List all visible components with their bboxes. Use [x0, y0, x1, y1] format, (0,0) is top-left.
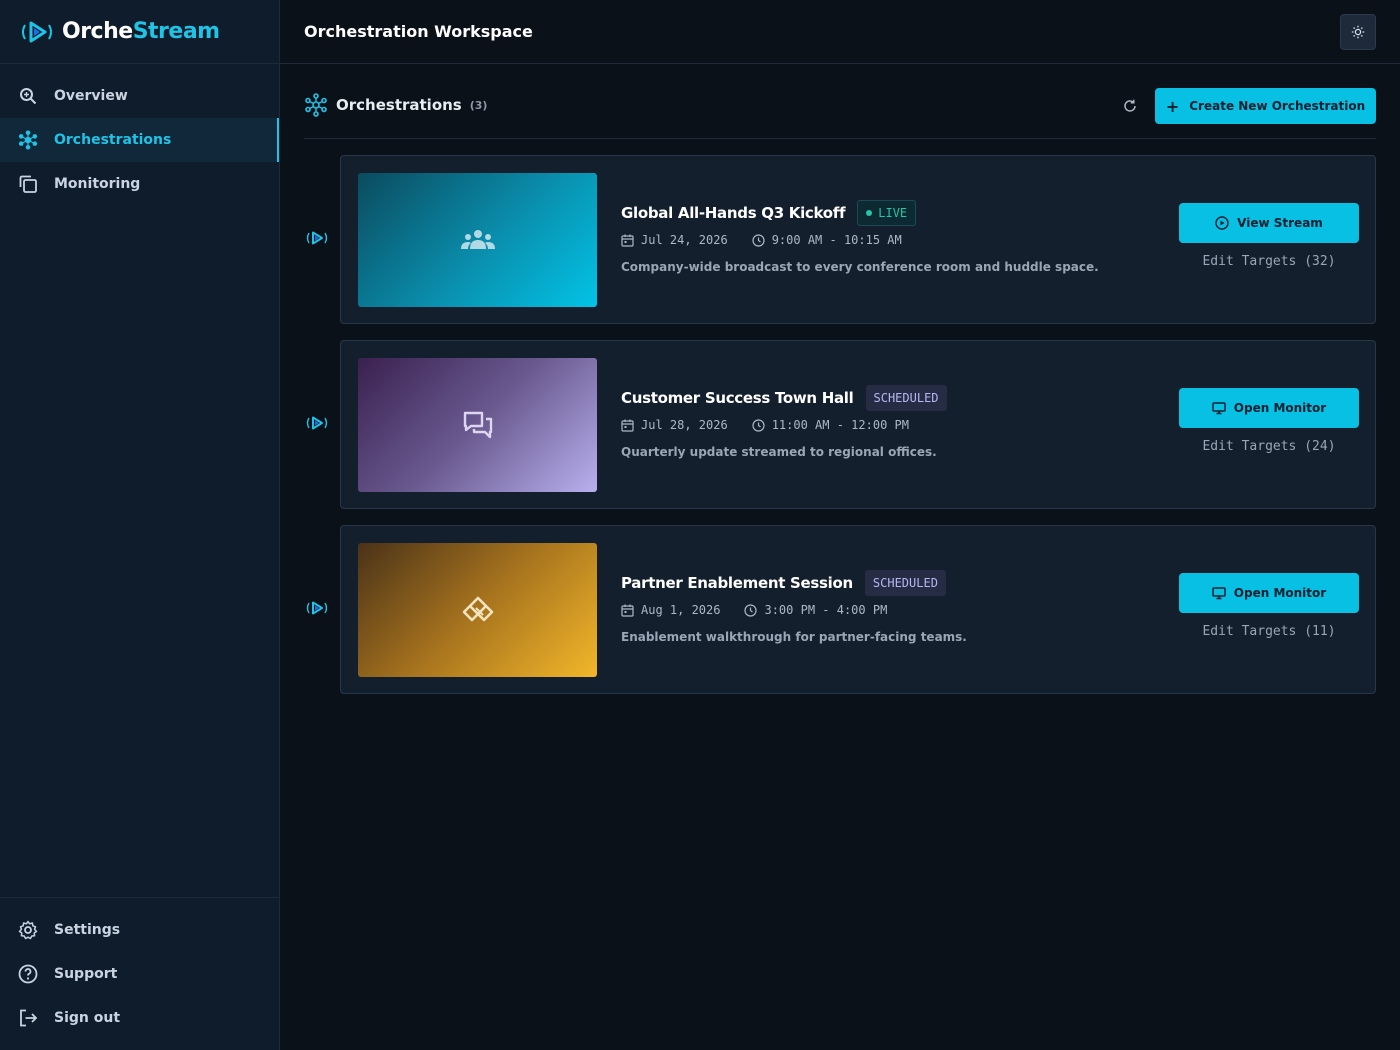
sidebar-item-sign-out[interactable]: Sign out	[0, 996, 279, 1040]
event-thumbnail	[358, 173, 597, 307]
edit-targets-link[interactable]: Edit Targets (11)	[1179, 624, 1359, 639]
refresh-button[interactable]	[1122, 98, 1138, 114]
group-icon	[460, 230, 495, 249]
live-dot-icon	[866, 210, 873, 216]
orchestration-card[interactable]: Partner Enablement Session SCHEDULED Aug…	[340, 525, 1376, 694]
sidebar-item-label: Monitoring	[54, 176, 141, 192]
search-icon	[18, 86, 38, 106]
logout-icon	[18, 1008, 38, 1028]
sidebar-item-overview[interactable]: Overview	[0, 74, 279, 118]
event-info: Customer Success Town Hall SCHEDULED Jul…	[621, 385, 1161, 459]
copy-icon	[18, 174, 38, 194]
section-title: Orchestrations (3)	[304, 93, 487, 117]
status-badge: SCHEDULED	[865, 385, 947, 411]
monitor-icon	[1212, 587, 1226, 600]
sidebar-item-label: Overview	[54, 88, 128, 104]
edit-targets-link[interactable]: Edit Targets (32)	[1179, 254, 1359, 269]
event-description: Quarterly update streamed to regional of…	[621, 445, 937, 459]
section-title-text: Orchestrations	[336, 96, 462, 114]
stream-status-icon	[306, 416, 328, 430]
event-title: Partner Enablement Session	[621, 574, 853, 592]
event-date: Aug 1, 2026	[641, 603, 721, 617]
event-schedule: Jul 28, 2026 11:00 AM - 12:00 PM	[621, 417, 1161, 433]
orchestration-count: (3)	[469, 98, 488, 112]
help-icon	[18, 964, 38, 984]
sun-icon	[1351, 25, 1365, 39]
open-monitor-button[interactable]: Open Monitor	[1179, 388, 1359, 428]
sidebar-bottom-nav: Settings Support Sign out	[0, 897, 279, 1040]
play-circle-icon	[1215, 216, 1229, 230]
sidebar: OrcheStream Overview Orchestrations Moni…	[0, 0, 280, 1050]
edit-targets-link[interactable]: Edit Targets (24)	[1179, 439, 1359, 454]
calendar-icon	[621, 604, 634, 617]
event-thumbnail	[358, 543, 597, 677]
status-badge: SCHEDULED	[864, 570, 946, 596]
theme-toggle-button[interactable]	[1340, 14, 1376, 50]
sidebar-item-support[interactable]: Support	[0, 952, 279, 996]
action-label: Open Monitor	[1233, 401, 1327, 415]
chat-icon	[463, 411, 492, 439]
open-monitor-button[interactable]: Open Monitor	[1179, 573, 1359, 613]
stream-status-icon	[306, 601, 328, 615]
calendar-icon	[621, 234, 634, 247]
event-time: 3:00 PM - 4:00 PM	[764, 603, 888, 617]
event-time: 11:00 AM - 12:00 PM	[771, 418, 909, 432]
plus-icon: +	[1165, 96, 1180, 116]
event-time: 9:00 AM - 10:15 AM	[771, 233, 902, 247]
logo[interactable]: OrcheStream	[0, 0, 279, 64]
monitor-icon	[1212, 402, 1226, 415]
sidebar-item-label: Sign out	[54, 1010, 121, 1026]
orchestration-row: Customer Success Town Hall SCHEDULED Jul…	[304, 340, 1376, 509]
network-icon	[305, 93, 327, 117]
sidebar-item-label: Settings	[54, 922, 121, 938]
view-stream-button[interactable]: View Stream	[1179, 203, 1359, 243]
page-title: Orchestration Workspace	[304, 22, 533, 41]
calendar-icon	[621, 419, 634, 432]
main-nav: Overview Orchestrations Monitoring	[0, 64, 279, 206]
orchestration-card[interactable]: Customer Success Town Hall SCHEDULED Jul…	[340, 340, 1376, 509]
create-orchestration-button[interactable]: + Create New Orchestration	[1155, 88, 1376, 124]
event-info: Global All-Hands Q3 Kickoff LIVE Jul 24,…	[621, 200, 1161, 274]
sidebar-item-label: Support	[54, 966, 118, 982]
clock-icon	[752, 233, 765, 247]
gear-icon	[18, 920, 38, 940]
stream-status-icon	[306, 231, 328, 245]
orchestration-card[interactable]: Global All-Hands Q3 Kickoff LIVE Jul 24,…	[340, 155, 1376, 324]
app-name: OrcheStream	[62, 19, 220, 44]
sidebar-item-settings[interactable]: Settings	[0, 908, 279, 952]
action-label: Open Monitor	[1233, 586, 1327, 600]
handshake-icon	[462, 596, 493, 622]
event-description: Company-wide broadcast to every conferen…	[621, 260, 1099, 274]
event-title: Customer Success Town Hall	[621, 389, 854, 407]
sidebar-item-label: Orchestrations	[54, 132, 172, 148]
stream-logo-icon	[22, 21, 52, 42]
action-label: View Stream	[1237, 216, 1323, 230]
network-icon	[18, 130, 38, 150]
event-schedule: Jul 24, 2026 9:00 AM - 10:15 AM	[621, 232, 1161, 248]
event-title: Global All-Hands Q3 Kickoff	[621, 204, 846, 222]
sidebar-item-monitoring[interactable]: Monitoring	[0, 162, 279, 206]
event-schedule: Aug 1, 2026 3:00 PM - 4:00 PM	[621, 602, 1161, 618]
create-orchestration-label: Create New Orchestration	[1189, 99, 1366, 113]
event-date: Jul 24, 2026	[641, 233, 728, 247]
refresh-icon	[1124, 99, 1136, 112]
event-thumbnail	[358, 358, 597, 492]
orchestrations-header: Orchestrations (3) + Create New Orchestr…	[304, 88, 1376, 139]
event-description: Enablement walkthrough for partner-facin…	[621, 630, 967, 644]
event-info: Partner Enablement Session SCHEDULED Aug…	[621, 570, 1161, 644]
event-date: Jul 28, 2026	[641, 418, 728, 432]
sidebar-item-orchestrations[interactable]: Orchestrations	[0, 118, 279, 162]
status-badge: LIVE	[857, 200, 917, 226]
orchestration-row: Partner Enablement Session SCHEDULED Aug…	[304, 525, 1376, 694]
clock-icon	[752, 418, 765, 432]
top-bar: Orchestration Workspace	[280, 0, 1400, 64]
orchestration-row: Global All-Hands Q3 Kickoff LIVE Jul 24,…	[304, 155, 1376, 324]
clock-icon	[744, 603, 758, 617]
